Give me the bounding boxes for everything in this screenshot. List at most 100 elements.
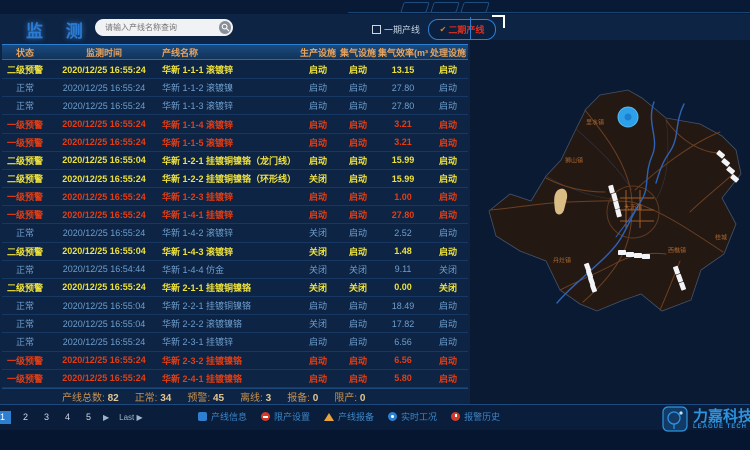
table-row[interactable]: 正常 2020/12/25 16:55:04 华新 2-2-2 滚镀镍铬 关闭 … (2, 315, 468, 333)
page-title: 监 测 (26, 17, 92, 42)
search-input[interactable] (95, 23, 219, 32)
table-row[interactable]: 正常 2020/12/25 16:55:24 华新 1-1-3 滚镀锌 启动 启… (2, 97, 468, 115)
column-header: 产线名称 (160, 46, 298, 59)
legend-label: 产线报备 (338, 410, 374, 423)
row-monitor-time: 2020/12/25 16:54:44 (48, 264, 160, 274)
header-ornament (430, 2, 460, 13)
row-monitor-time: 2020/12/25 16:55:24 (48, 137, 160, 147)
row-monitor-time: 2020/12/25 16:55:24 (48, 228, 160, 238)
row-production-facility: 关闭 (298, 317, 338, 330)
footer-bar: 12345 ▶ Last ▶ 产线信息 限产设置 产线报备 实时工况 报警历史 (0, 404, 750, 431)
row-gas-collection-facility: 启动 (338, 317, 378, 330)
table-row[interactable]: 二级预警 2020/12/25 16:55:04 华新 1-2-1 挂镀铜镍铬（… (2, 152, 468, 170)
summary-item: 正常: 34 (135, 389, 172, 404)
row-status: 二级预警 (2, 245, 48, 258)
legend-item[interactable]: 限产设置 (261, 410, 310, 423)
table-row[interactable]: 二级预警 2020/12/25 16:55:24 华新 2-1-1 挂镀铜镍铬 … (2, 279, 468, 297)
row-status: 一级预警 (2, 136, 48, 149)
page-button[interactable]: 2 (19, 411, 32, 424)
search-button[interactable] (219, 21, 231, 34)
row-monitor-time: 2020/12/25 16:55:04 (48, 301, 160, 311)
checkbox-icon (372, 25, 381, 34)
column-header: 集气效率(m³/s) (378, 46, 428, 59)
row-status: 一级预警 (2, 354, 48, 367)
legend-item[interactable]: 实时工况 (388, 410, 437, 423)
row-production-facility: 启动 (298, 354, 338, 367)
table-row[interactable]: 正常 2020/12/25 16:55:24 华新 2-3-1 挂镀锌 启动 启… (2, 333, 468, 351)
row-status: 正常 (2, 226, 48, 239)
table-row[interactable]: 一级预警 2020/12/25 16:55:24 华新 1-2-3 挂镀锌 启动… (2, 188, 468, 206)
table-row[interactable]: 一级预警 2020/12/25 16:55:24 华新 2-4-1 挂镀镍铬 启… (2, 370, 468, 388)
phase2-toggle-button[interactable]: ✔ 二期产线 (428, 19, 496, 40)
row-production-facility: 启动 (298, 81, 338, 94)
column-header: 处理设施 (428, 46, 468, 59)
column-header: 生产设施 (298, 46, 338, 59)
row-monitor-time: 2020/12/25 16:55:24 (48, 373, 160, 383)
row-monitor-time: 2020/12/25 16:55:04 (48, 155, 160, 165)
map-town-label: 大沥镇 (624, 203, 642, 212)
row-production-facility: 启动 (298, 99, 338, 112)
table-row[interactable]: 一级预警 2020/12/25 16:55:24 华新 1-1-5 滚镀锌 启动… (2, 134, 468, 152)
row-treatment-facility: 启动 (428, 118, 468, 131)
row-line-name: 华新 1-2-3 挂镀锌 (160, 190, 298, 203)
next-page-button[interactable]: ▶ (103, 413, 109, 422)
table-row[interactable]: 二级预警 2020/12/25 16:55:04 华新 1-4-3 滚镀锌 关闭… (2, 243, 468, 261)
row-line-name: 华新 1-1-5 滚镀锌 (160, 136, 298, 149)
page-button[interactable]: 5 (82, 411, 95, 424)
search-bar[interactable] (95, 19, 233, 36)
row-production-facility: 关闭 (298, 281, 338, 294)
row-monitor-time: 2020/12/25 16:55:04 (48, 246, 160, 256)
row-treatment-facility: 启动 (428, 245, 468, 258)
table-row[interactable]: 一级预警 2020/12/25 16:55:24 华新 2-3-2 挂镀镍铬 启… (2, 352, 468, 370)
table-header-row: 状态监测时间产线名称生产设施集气设施集气效率(m³/s)处理设施 (2, 44, 468, 60)
logo-name: 力嘉科技 (693, 409, 750, 424)
row-line-name: 华新 1-1-1 滚镀锌 (160, 63, 298, 76)
page-button[interactable]: 1 (0, 411, 11, 424)
summary-item: 报备: 0 (287, 389, 318, 404)
table-row[interactable]: 正常 2020/12/25 16:55:04 华新 2-2-1 挂镀铜镍铬 启动… (2, 297, 468, 315)
header-ornament (400, 2, 430, 13)
page-button[interactable]: 4 (61, 411, 74, 424)
map-canvas (470, 40, 750, 404)
row-gas-efficiency: 0.00 (378, 282, 428, 292)
row-gas-efficiency: 3.21 (378, 137, 428, 147)
legend-item[interactable]: 产线信息 (198, 410, 247, 423)
row-status: 正常 (2, 263, 48, 276)
last-page-button[interactable]: Last ▶ (119, 413, 143, 422)
row-status: 一级预警 (2, 118, 48, 131)
row-production-facility: 启动 (298, 63, 338, 76)
row-monitor-time: 2020/12/25 16:55:24 (48, 119, 160, 129)
header-ornament (460, 2, 490, 13)
legend-label: 产线信息 (211, 410, 247, 423)
phase1-checkbox[interactable]: 一期产线 (372, 23, 420, 36)
table-row[interactable]: 一级预警 2020/12/25 16:55:24 华新 1-1-4 滚镀锌 启动… (2, 115, 468, 133)
row-gas-collection-facility: 启动 (338, 154, 378, 167)
line-info-icon (198, 412, 207, 421)
row-production-facility: 启动 (298, 118, 338, 131)
row-line-name: 华新 1-4-4 仿金 (160, 263, 298, 276)
table-row[interactable]: 正常 2020/12/25 16:55:24 华新 1-1-2 滚镀镍 启动 启… (2, 79, 468, 97)
row-monitor-time: 2020/12/25 16:55:24 (48, 83, 160, 93)
row-line-name: 华新 2-3-1 挂镀锌 (160, 335, 298, 348)
district-map[interactable]: 里水镇狮山镇大沥镇丹灶镇西樵镇桂城 (470, 40, 750, 404)
row-treatment-facility: 启动 (428, 226, 468, 239)
legend-item[interactable]: 报警历史 (451, 410, 500, 423)
row-gas-efficiency: 6.56 (378, 355, 428, 365)
table-row[interactable]: 二级预警 2020/12/25 16:55:24 华新 1-2-2 挂镀铜镍铬（… (2, 170, 468, 188)
map-cluster-marker[interactable] (618, 107, 638, 127)
row-line-name: 华新 2-1-1 挂镀铜镍铬 (160, 281, 298, 294)
row-treatment-facility: 启动 (428, 81, 468, 94)
row-treatment-facility: 启动 (428, 99, 468, 112)
row-status: 正常 (2, 299, 48, 312)
table-row[interactable]: 正常 2020/12/25 16:54:44 华新 1-4-4 仿金 关闭 关闭… (2, 261, 468, 279)
row-monitor-time: 2020/12/25 16:55:24 (48, 65, 160, 75)
page-button[interactable]: 3 (40, 411, 53, 424)
table-row[interactable]: 正常 2020/12/25 16:55:24 华新 1-4-2 滚镀锌 关闭 启… (2, 224, 468, 242)
row-production-facility: 启动 (298, 335, 338, 348)
table-row[interactable]: 二级预警 2020/12/25 16:55:24 华新 1-1-1 滚镀锌 启动… (2, 61, 468, 79)
brand-logo: 力嘉科技 LEAGUE TECH (662, 406, 750, 432)
legend-item[interactable]: 产线报备 (324, 410, 374, 423)
row-gas-collection-facility: 启动 (338, 81, 378, 94)
map-legend: 产线信息 限产设置 产线报备 实时工况 报警历史 (198, 410, 514, 423)
table-row[interactable]: 一级预警 2020/12/25 16:55:24 华新 1-4-1 挂镀锌 启动… (2, 206, 468, 224)
